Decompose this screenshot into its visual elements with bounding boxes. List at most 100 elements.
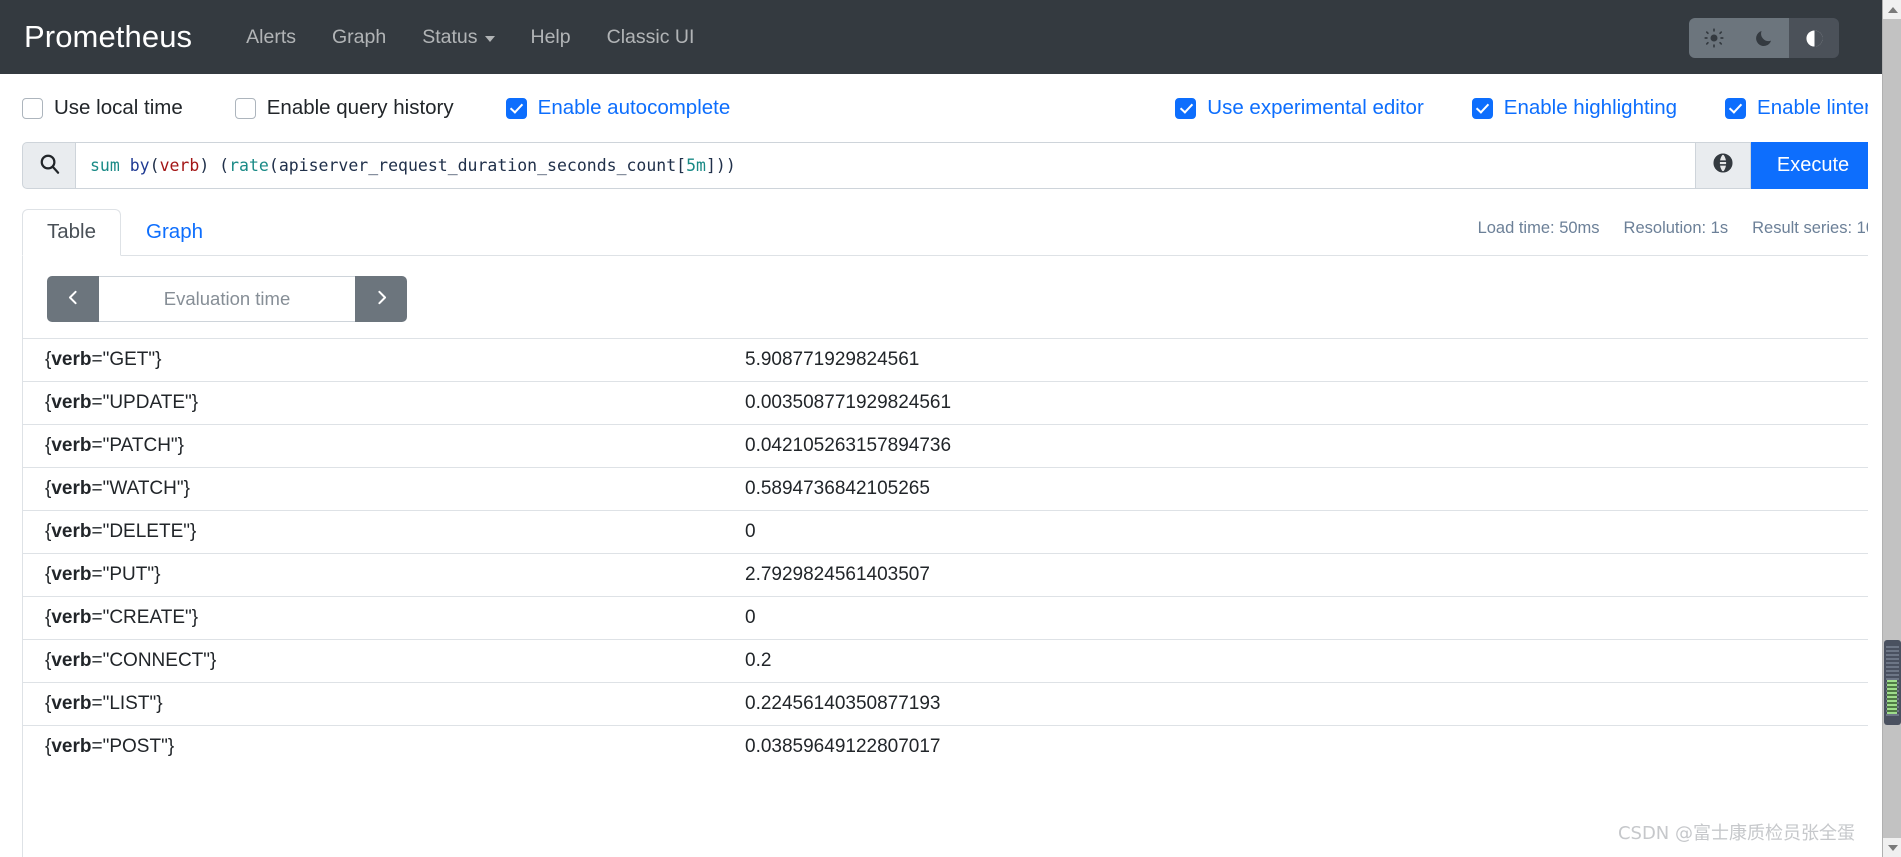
- evaluation-time-group: Evaluation time: [47, 276, 407, 322]
- nav-links: Alerts Graph Status Help Classic UI: [228, 18, 712, 57]
- table-cell-value: 0: [723, 511, 1874, 554]
- nav-link-alerts[interactable]: Alerts: [228, 18, 314, 57]
- checkbox-box[interactable]: [1725, 98, 1746, 119]
- chevron-right-icon: [373, 289, 390, 309]
- label-value: ="LIST"}: [92, 693, 163, 714]
- vertical-scrollbar[interactable]: [1882, 0, 1901, 857]
- label-name: verb: [51, 521, 91, 542]
- tab-graph[interactable]: Graph: [121, 209, 228, 256]
- label-value: ="PATCH"}: [92, 435, 185, 456]
- label-name: verb: [51, 650, 91, 671]
- scrollbar-down-arrow[interactable]: [1883, 838, 1901, 857]
- query-stats: Load time: 50ms Resolution: 1s Result se…: [1478, 219, 1875, 238]
- moon-icon: [1754, 28, 1774, 48]
- table-row: {verb="UPDATE"}0.003508771929824561: [23, 382, 1874, 425]
- checkbox-label: Enable linter: [1757, 96, 1871, 120]
- checkbox-label: Use local time: [54, 96, 183, 120]
- page-right-gutter: [1868, 0, 1882, 857]
- table-cell-value: 0.042105263157894736: [723, 425, 1874, 468]
- auto-theme-button[interactable]: [1789, 18, 1839, 58]
- label-name: verb: [51, 564, 91, 585]
- checkbox-box[interactable]: [22, 98, 43, 119]
- watermark: CSDN @富士康质检员张全蛋: [1618, 819, 1855, 845]
- query-bar: sum by(verb) (rate(apiserver_request_dur…: [22, 142, 1875, 189]
- table-cell-value: 0: [723, 597, 1874, 640]
- result-tabs-wrapper: Table Graph Load time: 50ms Resolution: …: [22, 211, 1875, 256]
- label-name: verb: [51, 736, 91, 757]
- checkbox-box[interactable]: [1472, 98, 1493, 119]
- chevron-down-icon: [485, 36, 495, 42]
- triangle-up-icon: [1888, 7, 1898, 13]
- table-cell-metric: {verb="DELETE"}: [23, 511, 723, 554]
- nav-link-classic-ui[interactable]: Classic UI: [589, 18, 713, 57]
- label-value: ="GET"}: [92, 349, 162, 370]
- table-cell-metric: {verb="UPDATE"}: [23, 382, 723, 425]
- search-icon: [38, 152, 61, 180]
- checkbox-label: Enable highlighting: [1504, 96, 1677, 120]
- execute-button[interactable]: Execute: [1751, 142, 1875, 189]
- label-name: verb: [51, 349, 91, 370]
- query-token-10: [: [676, 156, 686, 175]
- evaluation-time-input[interactable]: Evaluation time: [99, 276, 355, 322]
- checkbox-box[interactable]: [235, 98, 256, 119]
- checkbox-box[interactable]: [506, 98, 527, 119]
- table-row: {verb="DELETE"}0: [23, 511, 1874, 554]
- query-token-4: verb: [160, 156, 200, 175]
- scrollbar-thumb[interactable]: [1884, 640, 1901, 725]
- table-cell-metric: {verb="POST"}: [23, 726, 723, 769]
- checkbox-label: Enable autocomplete: [538, 96, 731, 120]
- stat-resolution: Resolution: 1s: [1624, 219, 1729, 238]
- table-cell-metric: {verb="PUT"}: [23, 554, 723, 597]
- label-value: ="CONNECT"}: [92, 650, 217, 671]
- tab-table[interactable]: Table: [22, 209, 121, 256]
- query-token-6: (: [209, 156, 229, 175]
- label-value: ="CREATE"}: [92, 607, 199, 628]
- nav-link-help[interactable]: Help: [513, 18, 589, 57]
- light-theme-button[interactable]: [1689, 18, 1739, 58]
- search-icon-button[interactable]: [22, 142, 75, 189]
- checkbox-enable-highlighting[interactable]: Enable highlighting: [1472, 96, 1677, 120]
- query-expression-input[interactable]: sum by(verb) (rate(apiserver_request_dur…: [75, 142, 1695, 189]
- query-token-0: sum: [90, 156, 120, 175]
- query-token-5: ): [199, 156, 209, 175]
- query-options-left: Use local time Enable query history Enab…: [22, 96, 730, 120]
- table-cell-metric: {verb="WATCH"}: [23, 468, 723, 511]
- scrollbar-up-arrow[interactable]: [1883, 0, 1901, 19]
- nav-link-status[interactable]: Status: [404, 18, 512, 57]
- checkbox-label: Use experimental editor: [1207, 96, 1424, 120]
- query-token-11: 5m: [686, 156, 706, 175]
- checkbox-use-experimental-editor[interactable]: Use experimental editor: [1175, 96, 1424, 120]
- query-token-12: ])): [706, 156, 736, 175]
- half-circle-icon: [1804, 28, 1825, 49]
- nav-link-graph[interactable]: Graph: [314, 18, 404, 57]
- query-options-right: Use experimental editor Enable highlight…: [1175, 96, 1871, 120]
- table-cell-metric: {verb="CONNECT"}: [23, 640, 723, 683]
- table-row: {verb="LIST"}0.22456140350877193: [23, 683, 1874, 726]
- label-name: verb: [51, 693, 91, 714]
- navbar-right-gutter: [1868, 0, 1882, 74]
- table-row: {verb="CONNECT"}0.2: [23, 640, 1874, 683]
- table-cell-value: 2.7929824561403507: [723, 554, 1874, 597]
- table-row: {verb="PATCH"}0.042105263157894736: [23, 425, 1874, 468]
- evaluation-time-prev-button[interactable]: [47, 276, 99, 322]
- globe-icon-button[interactable]: [1695, 142, 1751, 189]
- table-cell-value: 0.03859649122807017: [723, 726, 1874, 769]
- label-value: ="WATCH"}: [92, 478, 190, 499]
- table-cell-value: 0.003508771929824561: [723, 382, 1874, 425]
- checkbox-box[interactable]: [1175, 98, 1196, 119]
- checkbox-use-local-time[interactable]: Use local time: [22, 96, 183, 120]
- dark-theme-button[interactable]: [1739, 18, 1789, 58]
- evaluation-time-next-button[interactable]: [355, 276, 407, 322]
- checkbox-enable-autocomplete[interactable]: Enable autocomplete: [506, 96, 731, 120]
- query-token-2: by: [130, 156, 150, 175]
- checkbox-enable-query-history[interactable]: Enable query history: [235, 96, 454, 120]
- theme-toggle-group: [1689, 18, 1839, 58]
- sun-icon: [1704, 28, 1724, 48]
- app-brand[interactable]: Prometheus: [24, 19, 192, 55]
- table-row: {verb="GET"}5.908771929824561: [23, 339, 1874, 382]
- table-cell-value: 0.2: [723, 640, 1874, 683]
- checkbox-enable-linter[interactable]: Enable linter: [1725, 96, 1871, 120]
- table-cell-value: 5.908771929824561: [723, 339, 1874, 382]
- chevron-left-icon: [65, 289, 82, 309]
- query-token-8: (: [269, 156, 279, 175]
